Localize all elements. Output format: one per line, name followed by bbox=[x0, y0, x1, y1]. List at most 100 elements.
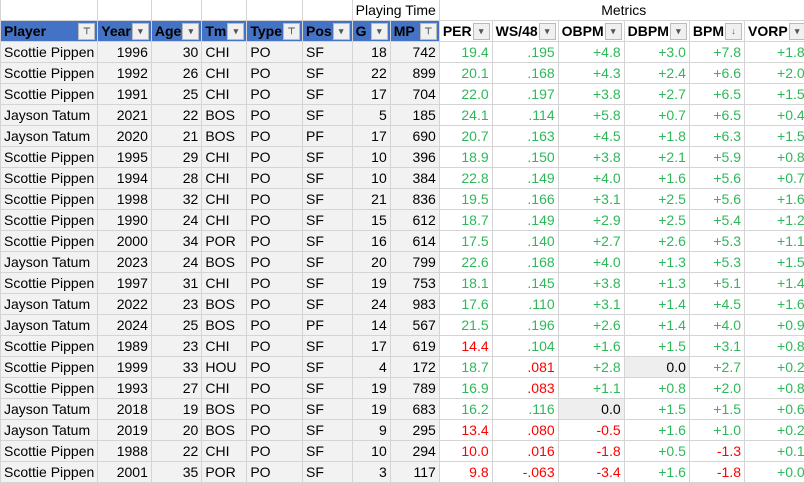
cell-age[interactable]: 25 bbox=[151, 315, 201, 336]
cell-age[interactable]: 32 bbox=[151, 189, 201, 210]
cell-ws48[interactable]: .114 bbox=[492, 105, 558, 126]
cell-type[interactable]: PO bbox=[247, 147, 303, 168]
cell-dbpm[interactable]: +2.1 bbox=[624, 147, 689, 168]
cell-bpm[interactable]: +6.5 bbox=[689, 84, 744, 105]
cell-pos[interactable]: SF bbox=[302, 441, 352, 462]
column-header-ws48[interactable]: WS/48▾ bbox=[492, 21, 558, 42]
dropdown-arrow-icon[interactable]: ▾ bbox=[132, 23, 149, 40]
cell-vorp[interactable]: +0.8 bbox=[745, 147, 804, 168]
cell-obpm[interactable]: +4.5 bbox=[558, 126, 624, 147]
cell-dbpm[interactable]: +2.7 bbox=[624, 84, 689, 105]
column-header-age[interactable]: Age▾ bbox=[151, 21, 201, 42]
cell-year[interactable]: 1988 bbox=[98, 441, 152, 462]
cell-obpm[interactable]: +2.6 bbox=[558, 315, 624, 336]
cell-player[interactable]: Scottie Pippen bbox=[1, 210, 98, 231]
cell-vorp[interactable]: +0.4 bbox=[745, 105, 804, 126]
cell-dbpm[interactable]: +3.0 bbox=[624, 42, 689, 63]
cell-type[interactable]: PO bbox=[247, 462, 303, 483]
cell-mp[interactable]: 789 bbox=[390, 378, 439, 399]
cell-player[interactable]: Scottie Pippen bbox=[1, 231, 98, 252]
cell-per[interactable]: 20.7 bbox=[439, 126, 492, 147]
cell-vorp[interactable]: +1.5 bbox=[745, 126, 804, 147]
cell-mp[interactable]: 185 bbox=[390, 105, 439, 126]
cell-vorp[interactable]: +1.4 bbox=[745, 273, 804, 294]
cell-vorp[interactable]: +1.1 bbox=[745, 231, 804, 252]
cell-type[interactable]: PO bbox=[247, 420, 303, 441]
cell-pos[interactable]: SF bbox=[302, 231, 352, 252]
cell-g[interactable]: 10 bbox=[352, 441, 390, 462]
cell-tm[interactable]: HOU bbox=[202, 357, 247, 378]
cell-pos[interactable]: PF bbox=[302, 315, 352, 336]
cell-vorp[interactable]: +0.6 bbox=[745, 399, 804, 420]
cell-year[interactable]: 2020 bbox=[98, 126, 152, 147]
cell-age[interactable]: 31 bbox=[151, 273, 201, 294]
cell-age[interactable]: 28 bbox=[151, 168, 201, 189]
cell-per[interactable]: 17.6 bbox=[439, 294, 492, 315]
cell-dbpm[interactable]: +0.7 bbox=[624, 105, 689, 126]
cell-age[interactable]: 21 bbox=[151, 126, 201, 147]
cell-ws48[interactable]: .080 bbox=[492, 420, 558, 441]
cell-obpm[interactable]: +4.8 bbox=[558, 42, 624, 63]
cell-per[interactable]: 22.8 bbox=[439, 168, 492, 189]
cell-obpm[interactable]: +3.8 bbox=[558, 147, 624, 168]
cell-per[interactable]: 22.6 bbox=[439, 252, 492, 273]
cell-tm[interactable]: CHI bbox=[202, 210, 247, 231]
cell-per[interactable]: 18.7 bbox=[439, 357, 492, 378]
cell-player[interactable]: Scottie Pippen bbox=[1, 168, 98, 189]
cell-tm[interactable]: POR bbox=[202, 231, 247, 252]
dropdown-arrow-icon[interactable]: ▾ bbox=[182, 23, 199, 40]
dropdown-arrow-icon[interactable]: ▾ bbox=[539, 23, 556, 40]
cell-vorp[interactable]: +1.6 bbox=[745, 189, 804, 210]
cell-ws48[interactable]: .145 bbox=[492, 273, 558, 294]
cell-obpm[interactable]: +3.8 bbox=[558, 273, 624, 294]
cell-dbpm[interactable]: +1.4 bbox=[624, 315, 689, 336]
cell-dbpm[interactable]: +0.8 bbox=[624, 378, 689, 399]
cell-obpm[interactable]: +3.1 bbox=[558, 294, 624, 315]
dropdown-arrow-icon[interactable]: ▾ bbox=[333, 23, 350, 40]
cell-pos[interactable]: SF bbox=[302, 147, 352, 168]
cell-ws48[interactable]: .168 bbox=[492, 63, 558, 84]
cell-age[interactable]: 30 bbox=[151, 42, 201, 63]
cell-dbpm[interactable]: +1.6 bbox=[624, 168, 689, 189]
cell-year[interactable]: 1993 bbox=[98, 378, 152, 399]
column-header-mp[interactable]: MP⊤ bbox=[390, 21, 439, 42]
cell-bpm[interactable]: +5.3 bbox=[689, 252, 744, 273]
cell-year[interactable]: 1989 bbox=[98, 336, 152, 357]
cell-tm[interactable]: CHI bbox=[202, 336, 247, 357]
cell-year[interactable]: 2023 bbox=[98, 252, 152, 273]
cell-player[interactable]: Scottie Pippen bbox=[1, 189, 98, 210]
cell-type[interactable]: PO bbox=[247, 210, 303, 231]
cell-bpm[interactable]: +2.0 bbox=[689, 378, 744, 399]
cell-tm[interactable]: BOS bbox=[202, 420, 247, 441]
cell-type[interactable]: PO bbox=[247, 252, 303, 273]
cell-age[interactable]: 23 bbox=[151, 294, 201, 315]
cell-year[interactable]: 2019 bbox=[98, 420, 152, 441]
cell-bpm[interactable]: +2.7 bbox=[689, 357, 744, 378]
cell-dbpm[interactable]: +1.3 bbox=[624, 252, 689, 273]
cell-ws48[interactable]: .196 bbox=[492, 315, 558, 336]
cell-dbpm[interactable]: +1.4 bbox=[624, 294, 689, 315]
cell-pos[interactable]: SF bbox=[302, 210, 352, 231]
dropdown-arrow-icon[interactable]: ▾ bbox=[789, 23, 804, 40]
cell-player[interactable]: Jayson Tatum bbox=[1, 252, 98, 273]
cell-player[interactable]: Scottie Pippen bbox=[1, 42, 98, 63]
cell-ws48[interactable]: .081 bbox=[492, 357, 558, 378]
cell-age[interactable]: 35 bbox=[151, 462, 201, 483]
cell-per[interactable]: 19.4 bbox=[439, 42, 492, 63]
column-header-type[interactable]: Type⊤ bbox=[247, 21, 303, 42]
cell-g[interactable]: 17 bbox=[352, 84, 390, 105]
cell-year[interactable]: 1999 bbox=[98, 357, 152, 378]
cell-type[interactable]: PO bbox=[247, 189, 303, 210]
cell-dbpm[interactable]: +1.5 bbox=[624, 399, 689, 420]
cell-player[interactable]: Jayson Tatum bbox=[1, 126, 98, 147]
cell-per[interactable]: 14.4 bbox=[439, 336, 492, 357]
cell-pos[interactable]: SF bbox=[302, 336, 352, 357]
cell-g[interactable]: 4 bbox=[352, 357, 390, 378]
cell-dbpm[interactable]: +2.6 bbox=[624, 231, 689, 252]
cell-tm[interactable]: BOS bbox=[202, 399, 247, 420]
cell-year[interactable]: 2022 bbox=[98, 294, 152, 315]
cell-pos[interactable]: SF bbox=[302, 252, 352, 273]
cell-bpm[interactable]: +5.6 bbox=[689, 189, 744, 210]
cell-player[interactable]: Scottie Pippen bbox=[1, 147, 98, 168]
cell-dbpm[interactable]: +1.3 bbox=[624, 273, 689, 294]
